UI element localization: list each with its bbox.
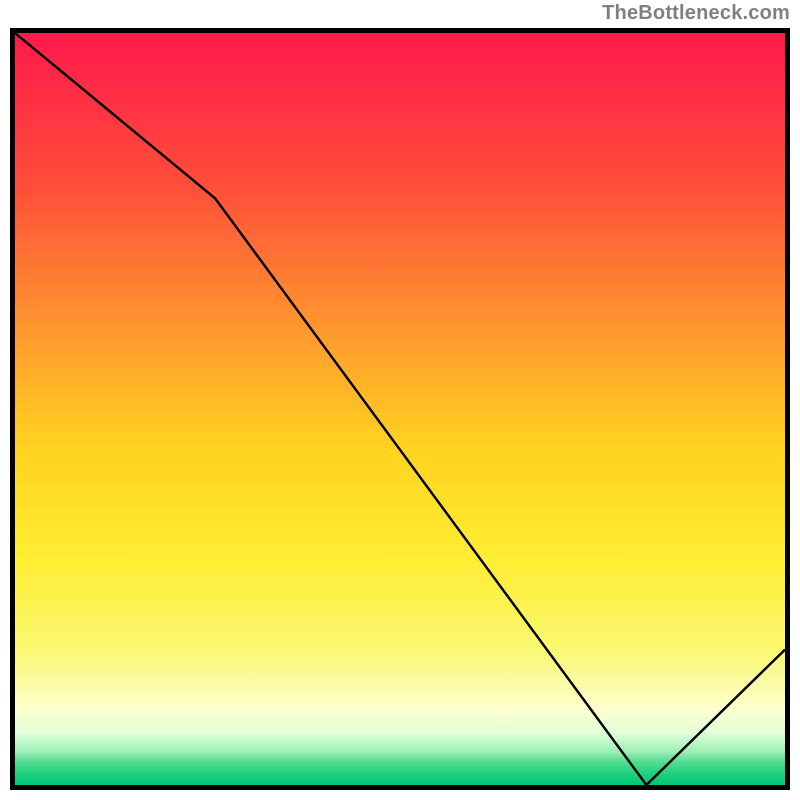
- attribution-label: TheBottleneck.com: [602, 2, 790, 25]
- plot-frame: [10, 28, 790, 790]
- chart-container: TheBottleneck.com: [0, 0, 800, 800]
- line-layer: [15, 33, 785, 785]
- bottleneck-curve: [15, 33, 785, 785]
